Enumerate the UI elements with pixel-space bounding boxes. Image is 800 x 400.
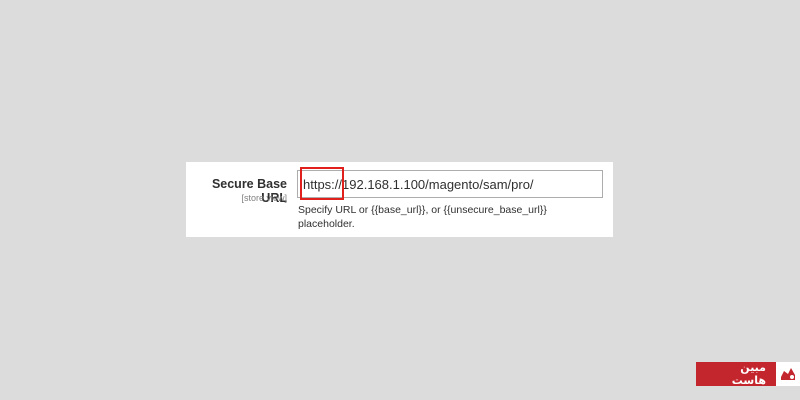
- brand-name: مبین هاست: [696, 361, 776, 387]
- secure-base-url-input[interactable]: [297, 170, 603, 198]
- field-note: Specify URL or {{base_url}}, or {{unsecu…: [298, 203, 598, 231]
- field-scope: [store view]: [241, 193, 287, 203]
- field-note-line-1: Specify URL or {{base_url}}, or {{unsecu…: [298, 204, 547, 216]
- field-note-line-2: placeholder.: [298, 218, 355, 230]
- secure-base-url-row: Secure Base URL [store view] Specify URL…: [186, 162, 613, 237]
- brand-watermark: مبین هاست: [696, 361, 800, 387]
- hosting-logo-icon: [776, 362, 800, 386]
